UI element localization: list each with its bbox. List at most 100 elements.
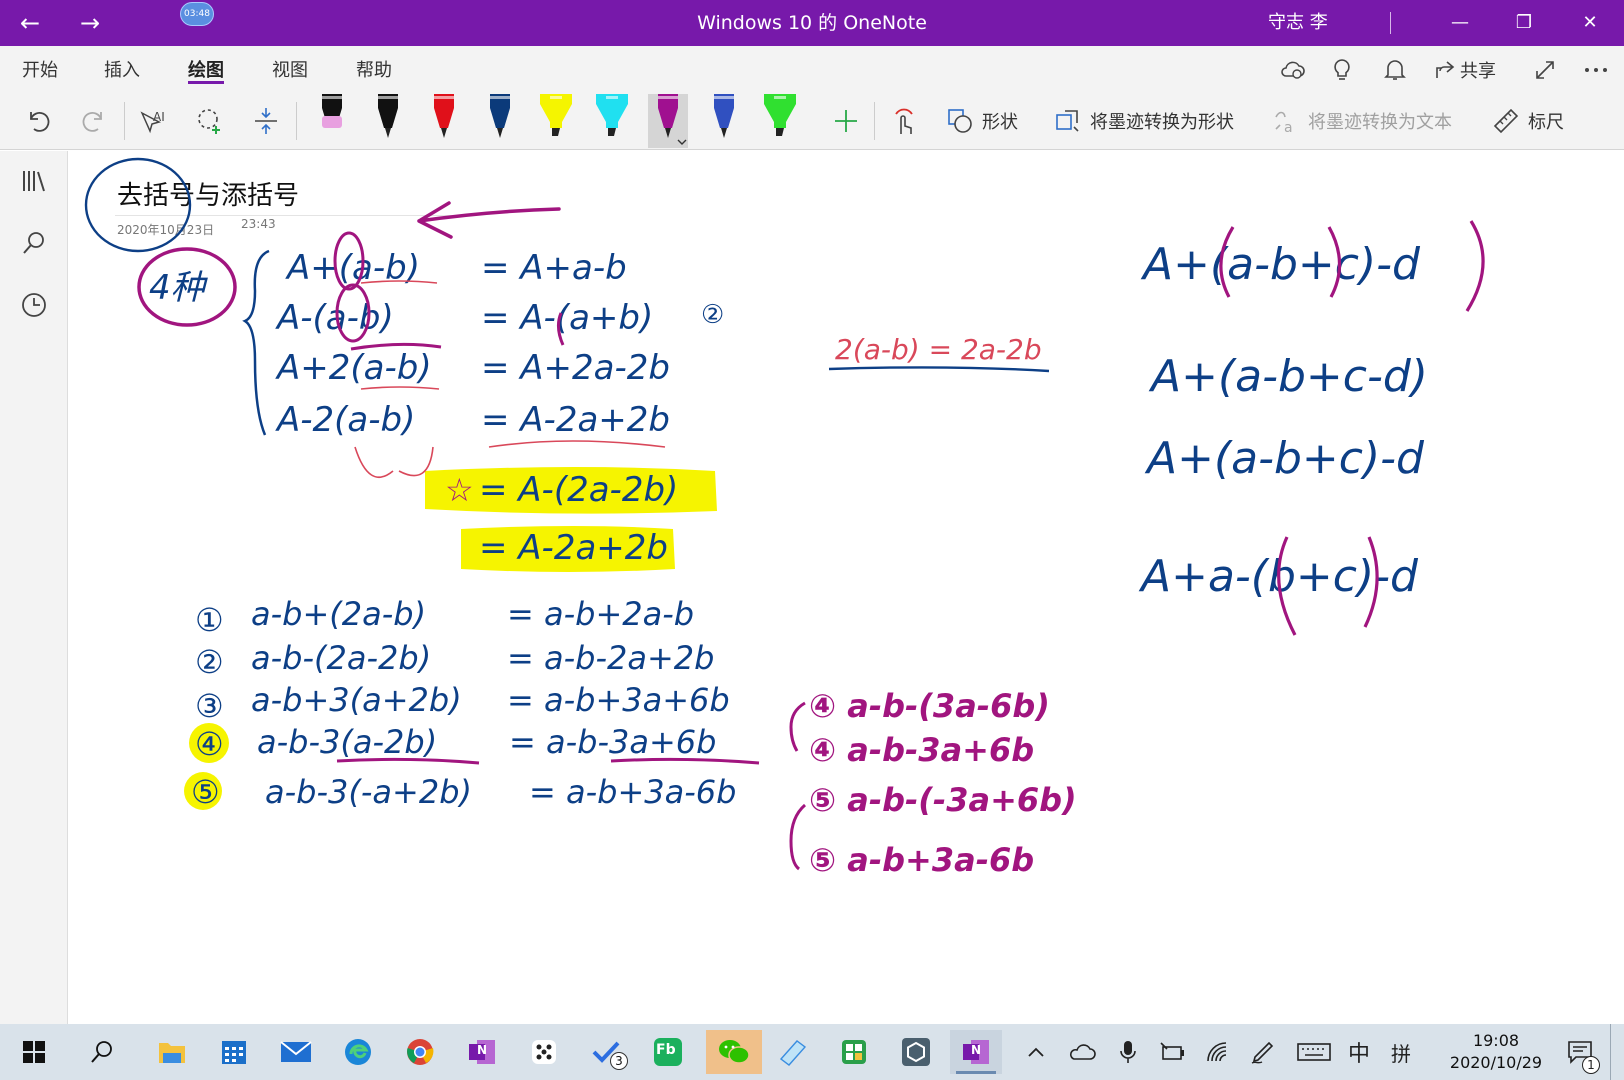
lasso-select-button[interactable] — [190, 100, 230, 142]
forward-button[interactable]: → — [72, 8, 108, 38]
todo-app[interactable]: 3 — [582, 1030, 630, 1074]
user-name[interactable]: 守志 李 — [1268, 0, 1328, 46]
fb-app[interactable]: Fb — [644, 1030, 692, 1074]
restore-button[interactable]: ❐ — [1494, 0, 1554, 46]
shapes-button[interactable]: 形状 — [946, 100, 1026, 142]
network-app[interactable] — [520, 1030, 568, 1074]
pen-workspace-button[interactable] — [1246, 1034, 1280, 1070]
example-text: a-b+3(a+2b) — [251, 681, 462, 719]
arrow-stroke — [417, 201, 561, 239]
bell-icon — [1384, 60, 1406, 80]
pen-purple-button[interactable] — [648, 94, 688, 148]
ink-to-shape-button[interactable]: 将墨迹转换为形状 — [1054, 100, 1250, 142]
navigation-pane — [0, 151, 68, 1024]
notebooks-button[interactable] — [18, 167, 50, 199]
add-space-icon — [255, 108, 277, 134]
fullscreen-button[interactable] — [1534, 56, 1556, 84]
file-explorer-app[interactable] — [148, 1030, 196, 1074]
equation-text: A+2(a-b) — [275, 348, 432, 388]
example-text: = a-b-3a+6b — [509, 723, 716, 761]
ruler-label: 标尺 — [1528, 112, 1564, 133]
expand-icon — [1536, 61, 1554, 79]
minimize-button[interactable]: — — [1430, 0, 1490, 46]
pen-galaxy-button[interactable] — [704, 94, 744, 148]
system-clock[interactable]: 19:08 2020/10/29 — [1440, 1030, 1552, 1074]
pen-black-button[interactable] — [368, 94, 408, 148]
pen-black-pink-button[interactable] — [312, 94, 352, 148]
title-separator — [1390, 12, 1391, 34]
microphone-button[interactable] — [1112, 1034, 1144, 1070]
side-note-text: 2(a-b) = 2a-2b — [835, 333, 1042, 366]
recent-notes-button[interactable] — [18, 291, 50, 323]
type-select-button[interactable]: AI — [134, 100, 174, 142]
undo-button[interactable] — [18, 100, 58, 142]
draw-with-touch-button[interactable] — [884, 100, 924, 142]
pen-icon — [434, 94, 454, 138]
highlighter-icon — [764, 94, 796, 136]
pen-navy-button[interactable] — [480, 94, 520, 148]
brace-stroke — [242, 249, 270, 436]
show-hidden-icons-button[interactable] — [1020, 1034, 1052, 1070]
undo-icon — [30, 112, 50, 132]
notes-app[interactable] — [768, 1030, 816, 1074]
equation-text: = A+a-b — [481, 248, 627, 288]
pen-icon — [714, 94, 734, 138]
share-button[interactable]: 共享 — [1434, 56, 1496, 84]
mail-app[interactable] — [272, 1030, 320, 1074]
show-desktop-button[interactable] — [1610, 1024, 1611, 1080]
timer-badge[interactable]: 03:48 — [180, 2, 214, 26]
ruler-button[interactable]: 标尺 — [1492, 100, 1576, 142]
equation-text: A-2(a-b) — [275, 400, 415, 440]
wechat-app[interactable] — [706, 1030, 762, 1074]
edge-browser-app[interactable] — [334, 1030, 382, 1074]
onenote-app-secondary[interactable]: N — [458, 1030, 506, 1074]
equation-text: = A-2a+2b — [481, 400, 670, 440]
share-label: 共享 — [1460, 61, 1496, 82]
wifi-button[interactable] — [1200, 1034, 1234, 1070]
add-pen-button[interactable] — [826, 100, 866, 142]
highlighter-yellow-button[interactable] — [536, 94, 576, 148]
taskbar-search-button[interactable] — [78, 1030, 126, 1074]
onenote-app[interactable]: N — [950, 1030, 1002, 1074]
title-bar: ← → 03:48 Windows 10 的 OneNote 守志 李 — ❐ … — [0, 0, 1624, 46]
settings-app[interactable] — [892, 1030, 940, 1074]
chrome-browser-app[interactable] — [396, 1030, 444, 1074]
back-button[interactable]: ← — [12, 8, 48, 38]
highlighter-green-button[interactable] — [760, 94, 800, 148]
touch-keyboard-button[interactable] — [1294, 1034, 1334, 1070]
onedrive-button[interactable] — [1064, 1034, 1100, 1070]
more-options-button[interactable] — [1584, 56, 1608, 84]
redo-button[interactable] — [74, 100, 114, 142]
search-button[interactable] — [18, 229, 50, 261]
highlighter-cyan-button[interactable] — [592, 94, 632, 148]
sync-status-button[interactable] — [1280, 56, 1306, 84]
start-button[interactable] — [10, 1030, 58, 1074]
ime-layout-button[interactable]: 拼 — [1386, 1034, 1416, 1070]
tab-help[interactable]: 帮助 — [356, 56, 392, 84]
ribbon-tabs: 开始 插入 绘图 视图 帮助 共享 — [0, 46, 1624, 92]
equation-text: A+(a-b+c)-d — [1144, 433, 1425, 484]
back-arrow-icon: ← — [19, 9, 41, 37]
tell-me-button[interactable] — [1332, 56, 1352, 84]
tab-insert[interactable]: 插入 — [104, 56, 140, 84]
highlighter-icon — [540, 94, 572, 136]
nodes-icon — [532, 1040, 556, 1064]
pen-red-button[interactable] — [424, 94, 464, 148]
grid-apps-icon — [842, 1040, 866, 1064]
ink-to-shape-label: 将墨迹转换为形状 — [1090, 112, 1234, 133]
power-button[interactable] — [1156, 1034, 1190, 1070]
ime-mode-button[interactable]: 中 — [1344, 1034, 1374, 1070]
action-center-button[interactable]: 1 — [1560, 1034, 1600, 1074]
close-button[interactable]: ✕ — [1560, 0, 1620, 46]
todo-badge: 3 — [610, 1052, 628, 1070]
tab-draw[interactable]: 绘图 — [188, 56, 224, 84]
add-space-button[interactable] — [246, 100, 286, 142]
note-canvas[interactable]: 去括号与添括号 2020年10月23日 23:43 4种 A+(a-b) = A… — [69, 151, 1624, 1024]
tab-home[interactable]: 开始 — [22, 56, 58, 84]
grid-app[interactable] — [830, 1030, 878, 1074]
calendar-app[interactable] — [210, 1030, 258, 1074]
notifications-button[interactable] — [1384, 56, 1406, 84]
forward-arrow-icon: → — [79, 9, 101, 37]
tab-view[interactable]: 视图 — [272, 56, 308, 84]
swap-arrow-stroke — [354, 446, 434, 479]
